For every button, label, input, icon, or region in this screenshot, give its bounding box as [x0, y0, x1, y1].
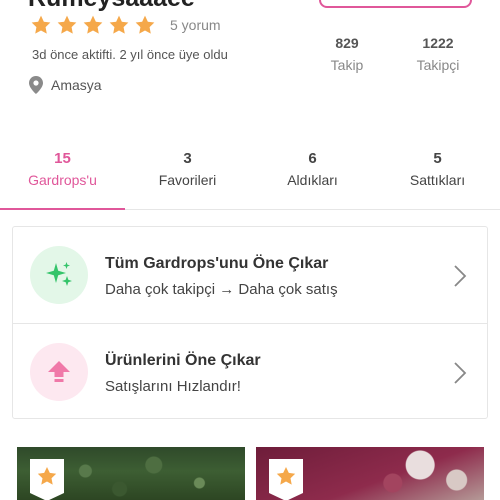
location: Amasya: [29, 76, 102, 94]
chevron-right-icon: [454, 265, 467, 287]
tab-count: 15: [54, 150, 71, 167]
followers-count: 1222: [422, 35, 454, 51]
username: Rumeysaaaee: [28, 0, 195, 13]
star-badge-icon: [30, 459, 64, 500]
following-label: Takip: [330, 57, 364, 73]
sparkle-icon: [30, 246, 88, 304]
review-count-link[interactable]: 5 yorum: [170, 17, 221, 33]
promo-title: Ürünlerini Öne Çıkar: [105, 352, 261, 369]
promo-title: Tüm Gardrops'unu Öne Çıkar: [105, 255, 329, 272]
arrow-up-icon: [30, 343, 88, 401]
tab-gardrops[interactable]: 15 Gardrops'u: [0, 146, 125, 210]
promo-subtitle: Daha çok takipçi → Daha çok satış: [105, 281, 338, 298]
profile-tabs: 15 Gardrops'u 3 Favorileri 6 Aldıkları 5…: [0, 146, 500, 210]
star-icon: [108, 14, 130, 36]
following-stat[interactable]: 829 Takip: [302, 35, 392, 73]
tab-label: Aldıkları: [287, 172, 338, 188]
follow-button[interactable]: [319, 0, 472, 8]
chevron-right-icon: [454, 362, 467, 384]
product-card[interactable]: [17, 447, 245, 500]
star-icon: [134, 14, 156, 36]
tab-purchased[interactable]: 6 Aldıkları: [250, 146, 375, 209]
tab-count: 3: [183, 150, 192, 167]
activity-text: 3d önce aktifti. 2 yıl önce üye oldu: [32, 47, 228, 62]
promo-subtitle: Satışlarını Hızlandır!: [105, 378, 241, 395]
tab-label: Gardrops'u: [28, 172, 97, 188]
star-icon: [30, 14, 52, 36]
star-badge-icon: [269, 459, 303, 500]
tab-label: Favorileri: [158, 172, 217, 188]
tab-favorites[interactable]: 3 Favorileri: [125, 146, 250, 209]
tab-count: 6: [308, 150, 317, 167]
rating-stars: 5 yorum: [30, 14, 221, 36]
tab-sold[interactable]: 5 Sattıkları: [375, 146, 500, 209]
following-count: 829: [335, 35, 359, 51]
promo-card: Tüm Gardrops'unu Öne Çıkar Daha çok taki…: [12, 226, 488, 419]
followers-stat[interactable]: 1222 Takipçi: [393, 35, 483, 73]
star-icon: [56, 14, 78, 36]
tab-count: 5: [433, 150, 442, 167]
product-card[interactable]: [256, 447, 484, 500]
star-icon: [82, 14, 104, 36]
location-pin-icon: [29, 76, 43, 94]
promo-boost-wardrobe[interactable]: Tüm Gardrops'unu Öne Çıkar Daha çok taki…: [13, 227, 487, 323]
promo-boost-products[interactable]: Ürünlerini Öne Çıkar Satışlarını Hızland…: [13, 323, 487, 419]
location-label: Amasya: [51, 77, 102, 93]
tab-label: Sattıkları: [409, 172, 466, 188]
followers-label: Takipçi: [416, 57, 460, 73]
